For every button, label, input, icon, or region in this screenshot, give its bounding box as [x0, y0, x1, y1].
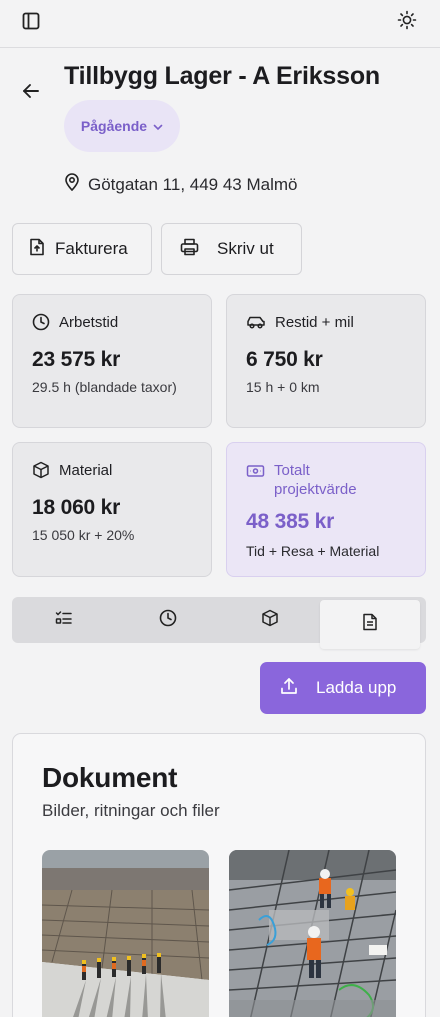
- work-time-amount: 23 575 kr: [32, 348, 121, 371]
- work-time-detail: 29.5 h (blandade taxor): [32, 379, 177, 395]
- banknote-icon: [246, 463, 265, 484]
- tab-time[interactable]: [116, 597, 220, 643]
- map-pin-icon: [64, 173, 80, 196]
- documents-subtitle: Bilder, ritningar och filer: [42, 801, 220, 820]
- travel-label: Restid + mil: [275, 314, 354, 331]
- car-icon: [246, 313, 266, 336]
- sun-icon[interactable]: [394, 7, 420, 33]
- package-icon: [32, 461, 50, 484]
- upload-icon: [280, 677, 298, 700]
- chevron-down-icon: [153, 118, 163, 134]
- checklist-icon: [55, 610, 73, 631]
- package-icon: [261, 609, 279, 632]
- top-bar: [0, 0, 440, 48]
- print-button[interactable]: Skriv ut: [161, 223, 302, 275]
- total-value-card: Totalt projektvärde 48 385 kr Tid + Resa…: [226, 442, 426, 577]
- tab-checklist[interactable]: [12, 597, 116, 643]
- section-tabs: [12, 597, 426, 649]
- documents-panel: Dokument Bilder, ritningar och filer: [12, 733, 426, 1017]
- document-icon: [362, 613, 378, 636]
- clock-icon: [159, 609, 177, 632]
- status-label: Pågående: [80, 118, 148, 134]
- work-time-label: Arbetstid: [59, 314, 119, 331]
- status-dropdown[interactable]: Pågående: [64, 100, 180, 152]
- material-amount: 18 060 kr: [32, 496, 121, 519]
- document-image-thumbnail[interactable]: [229, 850, 396, 1017]
- print-label: Skriv ut: [217, 239, 274, 258]
- material-label: Material: [59, 462, 113, 479]
- upload-label: Ladda upp: [316, 678, 397, 697]
- documents-title: Dokument: [42, 762, 178, 793]
- sidebar-toggle-icon[interactable]: [18, 8, 44, 34]
- travel-amount: 6 750 kr: [246, 348, 323, 371]
- total-value-label: Totalt projektvärde: [274, 462, 357, 498]
- page-title: Tillbygg Lager - A Eriksson: [64, 62, 380, 90]
- work-time-card: Arbetstid 23 575 kr 29.5 h (blandade tax…: [12, 294, 212, 428]
- material-detail: 15 050 kr + 20%: [32, 527, 135, 543]
- total-value-amount: 48 385 kr: [246, 510, 335, 533]
- invoice-button[interactable]: Fakturera: [12, 223, 152, 275]
- tab-documents[interactable]: [320, 600, 420, 649]
- travel-card: Restid + mil 6 750 kr 15 h + 0 km: [226, 294, 426, 428]
- upload-button[interactable]: Ladda upp: [260, 662, 426, 714]
- clock-icon: [32, 313, 50, 336]
- printer-icon: [180, 238, 199, 261]
- material-card: Material 18 060 kr 15 050 kr + 20%: [12, 442, 212, 577]
- file-upload-icon: [29, 238, 45, 261]
- address-text: Götgatan 11, 449 43 Malmö: [88, 174, 298, 194]
- document-image-thumbnail[interactable]: [42, 850, 209, 1017]
- project-address: Götgatan 11, 449 43 Malmö: [64, 173, 298, 196]
- travel-detail: 15 h + 0 km: [246, 379, 320, 395]
- back-arrow-icon[interactable]: [18, 78, 44, 104]
- invoice-label: Fakturera: [55, 239, 128, 258]
- tab-material[interactable]: [218, 597, 322, 643]
- total-value-detail: Tid + Resa + Material: [246, 543, 380, 559]
